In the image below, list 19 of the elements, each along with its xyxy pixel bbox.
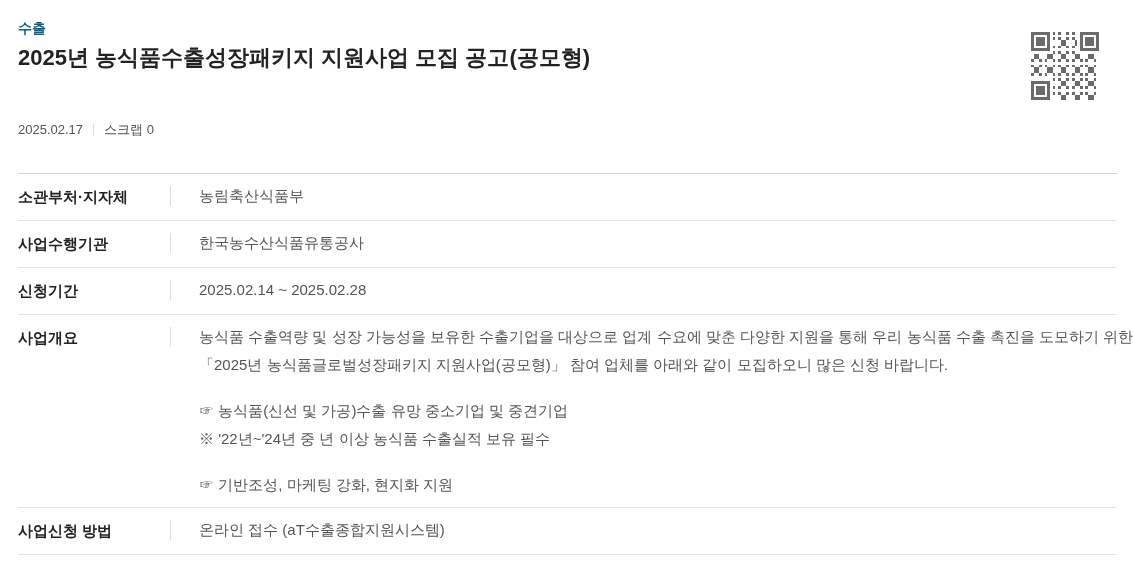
field-label: 신청기간 — [18, 281, 78, 299]
category-label: 수출 — [18, 19, 47, 38]
qr-code — [1031, 32, 1099, 100]
field-label: 사업신청 방법 — [18, 521, 113, 539]
field-label: 사업개요 — [18, 328, 78, 346]
field-value: ※ '22년~'24년 중 년 이상 농식품 수출실적 보유 필수 — [199, 428, 552, 449]
field-label: 사업수행기관 — [18, 234, 108, 252]
field-value: ☞ 기반조성, 마케팅 강화, 현지화 지원 — [199, 474, 455, 495]
field-value: 농식품 수출역량 및 성장 가능성을 보유한 수출기업을 대상으로 업계 수요에 맞춘 다양한 지원을 통해 우리 농식품 수출 촉진을 도모하기 위한 — [199, 326, 1133, 347]
field-label: 소관부처·지자체 — [18, 187, 128, 205]
field-value: 농림축산식품부 — [199, 185, 304, 206]
post-date: 2025.02.17 — [18, 121, 84, 139]
field-value: 온라인 접수 (aT수출종합지원시스템) — [199, 519, 445, 540]
field-value: 한국농수산식품유통공사 — [199, 232, 364, 253]
page-title: 2025년 농식품수출성장패키지 지원사업 모집 공고(공모형) — [18, 44, 591, 72]
scrap-count: 스크랩 0 — [104, 121, 154, 139]
field-value: 「2025년 농식품글로벌성장패키지 지원사업(공모형)」 참여 업체를 아래와 같이 모집하오니 많은 신청 바랍니다. — [199, 354, 950, 375]
field-value: ☞ 농식품(신선 및 가공)수출 유망 중소기업 및 중견기업 — [199, 400, 570, 421]
field-value: 2025.02.14 ~ 2025.02.28 — [199, 279, 367, 300]
